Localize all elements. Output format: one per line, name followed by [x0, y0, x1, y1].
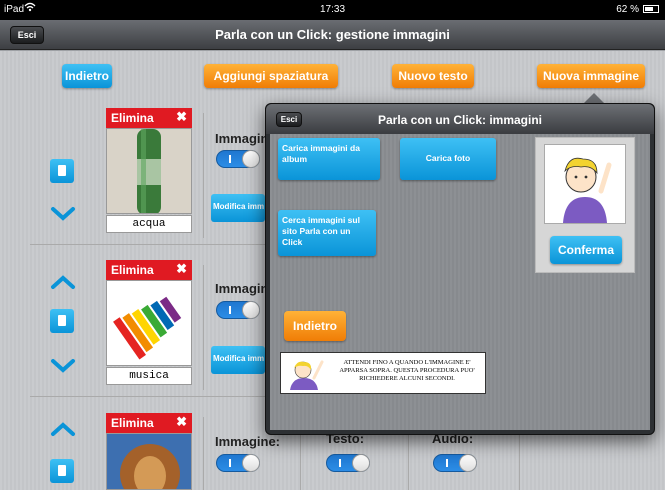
battery-level: 62 %: [616, 4, 639, 15]
image-label: Immagin: [215, 281, 269, 296]
image-thumbnail-music[interactable]: [106, 280, 192, 366]
clock: 17:33: [319, 4, 346, 15]
new-image-button[interactable]: Nuova immagine: [537, 64, 645, 88]
popover-header: Esci Parla con un Click: immagini: [266, 104, 654, 134]
delete-button[interactable]: Elimina ✖: [106, 108, 192, 128]
popover-arrow: [584, 93, 604, 103]
chevron-up-icon[interactable]: [50, 273, 76, 291]
search-site-button[interactable]: Cerca immagini sul sito Parla con un Cli…: [278, 210, 376, 256]
edit-image-button[interactable]: Modifica imm: [211, 194, 265, 222]
chevron-up-icon[interactable]: [50, 420, 76, 438]
delete-button[interactable]: Elimina ✖: [106, 260, 192, 280]
edit-image-button[interactable]: Modifica imm: [211, 346, 265, 374]
delete-label: Elimina: [111, 111, 154, 125]
popover-title: Parla con un Click: immagini: [377, 113, 543, 127]
status-bar: iPad 17:33 62 %: [0, 0, 665, 20]
image-toggle[interactable]: [216, 150, 260, 168]
delete-button[interactable]: Elimina ✖: [106, 413, 192, 433]
document-icon[interactable]: [50, 309, 74, 333]
image-caption: acqua: [106, 215, 192, 233]
image-picker-popover: Esci Parla con un Click: immagini Carica…: [265, 103, 655, 435]
document-icon[interactable]: [50, 459, 74, 483]
column-divider: [203, 265, 204, 390]
load-photo-button[interactable]: Carica foto: [400, 138, 496, 180]
image-thumbnail-water[interactable]: [106, 128, 192, 214]
column-divider: [203, 113, 204, 238]
image-caption: musica: [106, 367, 192, 385]
delete-x-icon: ✖: [176, 261, 187, 276]
delete-label: Elimina: [111, 416, 154, 430]
delete-label: Elimina: [111, 263, 154, 277]
image-toggle[interactable]: [216, 301, 260, 319]
document-icon[interactable]: [50, 159, 74, 183]
wait-notice-text: ATTENDI FINO A QUANDO L'IMMAGINE E' APPA…: [339, 359, 475, 382]
load-album-button[interactable]: Carica immagini da album: [278, 138, 380, 180]
add-spacing-button[interactable]: Aggiungi spaziatura: [204, 64, 338, 88]
chevron-down-icon[interactable]: [50, 205, 76, 223]
image-toggle[interactable]: [216, 454, 260, 472]
popover-back-button[interactable]: Indietro: [284, 311, 346, 341]
new-text-button[interactable]: Nuovo testo: [392, 64, 474, 88]
page-title: Parla con un Click: gestione immagini: [215, 27, 450, 42]
audio-toggle[interactable]: [433, 454, 477, 472]
popover-body: Carica immagini da album Carica foto Cer…: [270, 134, 650, 430]
delete-x-icon: ✖: [176, 109, 187, 124]
image-thumbnail-lion[interactable]: [106, 433, 192, 490]
navigation-bar: Esci Parla con un Click: gestione immagi…: [0, 20, 665, 50]
battery-icon: [643, 5, 659, 13]
column-divider: [203, 417, 204, 490]
wait-notice: ATTENDI FINO A QUANDO L'IMMAGINE E' APPA…: [280, 352, 486, 394]
image-label: Immagine:: [215, 434, 281, 449]
back-button[interactable]: Indietro: [62, 64, 112, 88]
text-toggle[interactable]: [326, 454, 370, 472]
pointing-child-icon: [284, 356, 328, 390]
preview-panel: Conferma: [535, 137, 635, 273]
delete-x-icon: ✖: [176, 414, 187, 429]
image-label: Immagin: [215, 131, 269, 146]
preview-image: [544, 144, 626, 224]
chevron-down-icon[interactable]: [50, 357, 76, 375]
confirm-button[interactable]: Conferma: [550, 236, 622, 264]
